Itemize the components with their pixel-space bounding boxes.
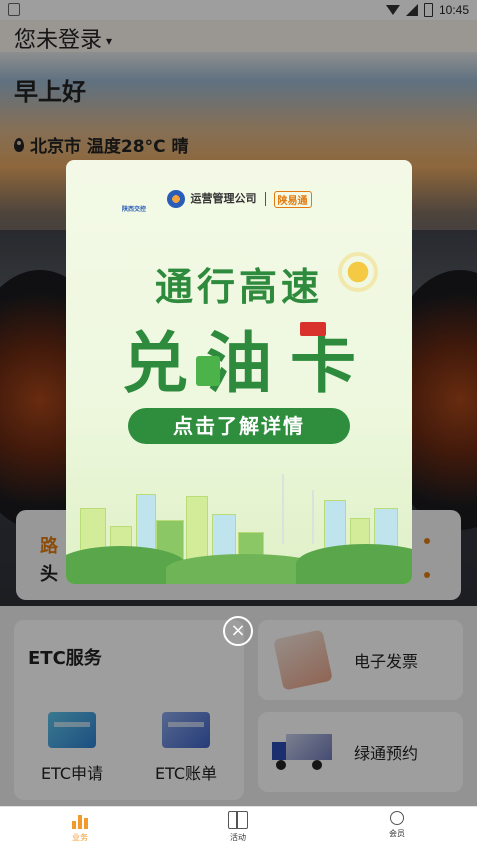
popup-cta-button[interactable]: 点击了解详情 [128,408,350,444]
tab-activity[interactable]: 活动 [198,811,278,843]
popup-brand-small: 陕西交控 [121,206,146,213]
tab-business-label: 业务 [72,833,88,842]
popup-company: 运营管理公司 [190,192,257,205]
tab-activity-label: 活动 [230,833,246,842]
sun-icon [342,256,374,288]
city-illustration [66,460,412,584]
bar-chart-icon [70,811,90,829]
mini-truck-icon [300,322,326,336]
popup-header: 运营管理公司 陕易通 陕西交控 [66,190,412,213]
gift-icon [228,811,248,829]
close-popup-button[interactable]: × [223,616,253,646]
bottom-tab-bar: 业务 活动 会员 [0,806,477,850]
header-divider [264,192,266,206]
popup-headline2: 兑油卡 [122,325,374,402]
popup-brand2: 陕易通 [273,190,312,208]
member-icon [390,811,404,825]
tab-member[interactable]: 会员 [357,811,437,839]
brand-logo-icon [166,190,185,208]
fuel-pump-icon [196,356,220,386]
tab-member-label: 会员 [389,829,405,838]
promo-popup[interactable]: 运营管理公司 陕易通 陕西交控 通行高速 兑油卡 点击了解详情 [66,160,412,584]
tab-business[interactable]: 业务 [40,811,120,843]
